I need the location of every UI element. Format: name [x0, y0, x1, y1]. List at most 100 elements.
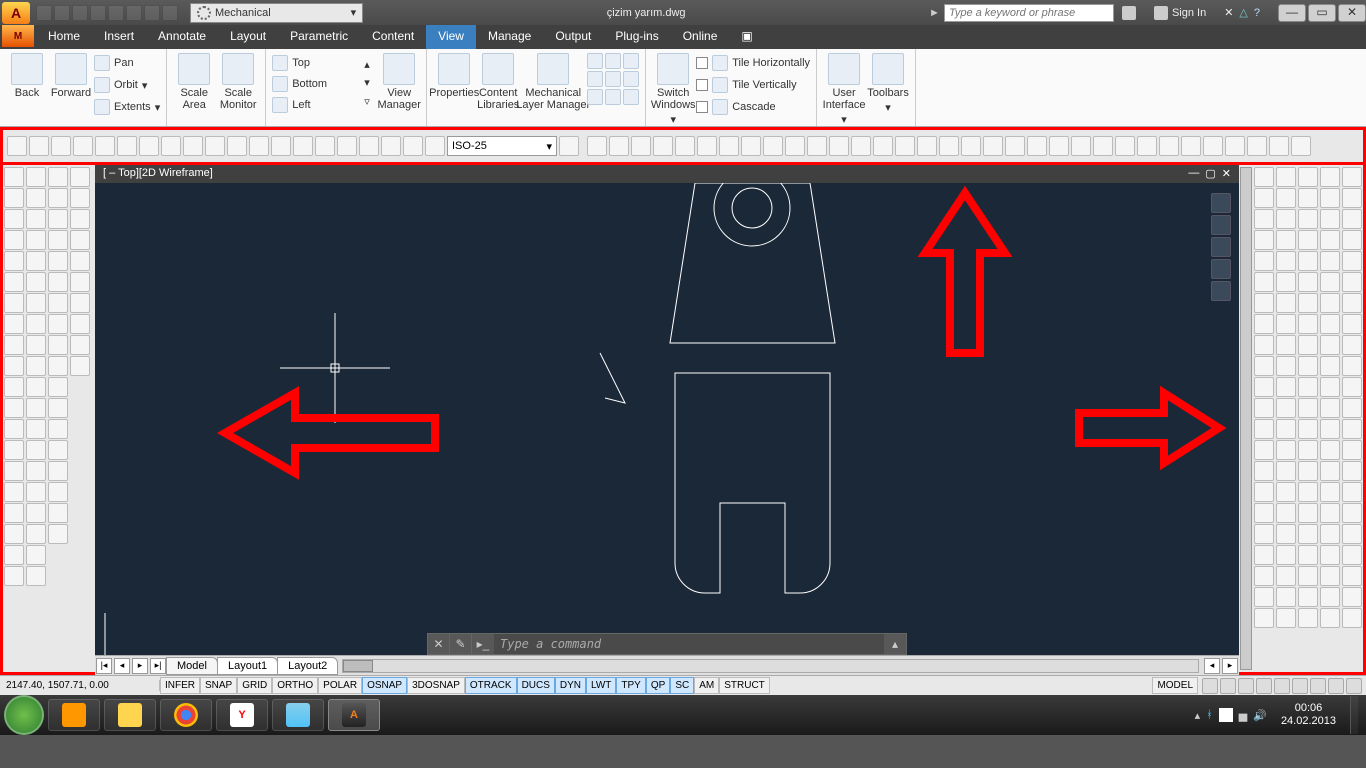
- vertical-tool-button[interactable]: [1276, 524, 1296, 544]
- toolstrip-button[interactable]: [1049, 136, 1069, 156]
- taskbar-explorer[interactable]: [104, 699, 156, 731]
- vertical-tool-button[interactable]: [4, 545, 24, 565]
- toolstrip-button[interactable]: [1093, 136, 1113, 156]
- vertical-tool-button[interactable]: [70, 356, 90, 376]
- vertical-tool-button[interactable]: [26, 398, 46, 418]
- vertical-tool-button[interactable]: [1342, 188, 1362, 208]
- horizontal-scrollbar[interactable]: [342, 659, 1199, 673]
- qat-redo-icon[interactable]: [144, 5, 160, 21]
- vertical-tool-button[interactable]: [1320, 440, 1340, 460]
- navbar-showmotion-icon[interactable]: [1211, 281, 1231, 301]
- toolstrip-button[interactable]: [719, 136, 739, 156]
- properties-button[interactable]: Properties: [433, 51, 475, 111]
- dimstyle-dropdown[interactable]: ISO-25▾: [447, 136, 557, 156]
- navbar-orbit-icon[interactable]: [1211, 259, 1231, 279]
- toolstrip-button[interactable]: [559, 136, 579, 156]
- vertical-tool-button[interactable]: [48, 461, 68, 481]
- qat-plot-icon[interactable]: [108, 5, 124, 21]
- status-grid-icon[interactable]: [1202, 678, 1218, 694]
- vertical-tool-button[interactable]: [70, 188, 90, 208]
- vertical-tool-button[interactable]: [1254, 587, 1274, 607]
- vertical-tool-button[interactable]: [1254, 251, 1274, 271]
- layout-first[interactable]: |◂: [96, 658, 112, 674]
- vertical-tool-button[interactable]: [70, 209, 90, 229]
- vertical-tool-button[interactable]: [1254, 419, 1274, 439]
- vertical-tool-button[interactable]: [48, 167, 68, 187]
- toolstrip-button[interactable]: [1115, 136, 1135, 156]
- app-logo[interactable]: A: [2, 2, 30, 24]
- vertical-tool-button[interactable]: [1342, 356, 1362, 376]
- tray-bluetooth-icon[interactable]: ᚼ: [1206, 709, 1213, 721]
- vertical-tool-button[interactable]: [1254, 293, 1274, 313]
- navbar-pan-icon[interactable]: [1211, 215, 1231, 235]
- vertical-tool-button[interactable]: [4, 356, 24, 376]
- vertical-tool-button[interactable]: [1342, 209, 1362, 229]
- toolstrip-button[interactable]: [1159, 136, 1179, 156]
- vertical-tool-button[interactable]: [1254, 398, 1274, 418]
- vertical-tool-button[interactable]: [26, 293, 46, 313]
- qat-more-icon[interactable]: [162, 5, 178, 21]
- view-manager-button[interactable]: View Manager: [378, 51, 420, 115]
- toolstrip-button[interactable]: [1181, 136, 1201, 156]
- vertical-tool-button[interactable]: [48, 419, 68, 439]
- qat-save-icon[interactable]: [72, 5, 88, 21]
- back-button[interactable]: Back: [6, 51, 48, 117]
- toolstrip-button[interactable]: [1269, 136, 1289, 156]
- orbit-button[interactable]: Orbit▾: [94, 75, 160, 95]
- status-modelspace[interactable]: MODEL: [1152, 677, 1198, 694]
- vertical-tool-button[interactable]: [1342, 545, 1362, 565]
- vertical-tool-button[interactable]: [1342, 272, 1362, 292]
- user-interface-button[interactable]: User Interface▾: [823, 51, 865, 126]
- status-lock-icon[interactable]: [1292, 678, 1308, 694]
- palette-icon[interactable]: [605, 89, 621, 105]
- vertical-tool-button[interactable]: [26, 503, 46, 523]
- vertical-tool-button[interactable]: [1320, 167, 1340, 187]
- cmd-customize-icon[interactable]: ✎: [450, 634, 472, 654]
- vertical-tool-button[interactable]: [48, 209, 68, 229]
- vertical-tool-button[interactable]: [26, 167, 46, 187]
- vertical-tool-button[interactable]: [70, 293, 90, 313]
- toolstrip-button[interactable]: [609, 136, 629, 156]
- vertical-tool-button[interactable]: [1276, 251, 1296, 271]
- pan-button[interactable]: Pan: [94, 53, 160, 73]
- navbar-zoom-icon[interactable]: [1211, 237, 1231, 257]
- vertical-tool-button[interactable]: [1276, 545, 1296, 565]
- vertical-tool-button[interactable]: [1320, 587, 1340, 607]
- vertical-tool-button[interactable]: [1320, 482, 1340, 502]
- vertical-tool-button[interactable]: [1254, 503, 1274, 523]
- vertical-tool-button[interactable]: [1342, 503, 1362, 523]
- autodesk360-icon[interactable]: [1122, 6, 1136, 20]
- view-scroll-up[interactable]: ▴: [364, 58, 376, 71]
- vertical-tool-button[interactable]: [1298, 230, 1318, 250]
- tab-home[interactable]: Home: [36, 25, 92, 49]
- toolbars-button[interactable]: Toolbars▾: [867, 51, 909, 126]
- toolstrip-button[interactable]: [1027, 136, 1047, 156]
- scale-area-button[interactable]: Scale Area: [173, 51, 215, 111]
- vertical-tool-button[interactable]: [1342, 524, 1362, 544]
- status-toggle-3dosnap[interactable]: 3DOSNAP: [407, 677, 465, 694]
- toolstrip-button[interactable]: [205, 136, 225, 156]
- close-button[interactable]: ✕: [1338, 4, 1366, 22]
- toolstrip-button[interactable]: [851, 136, 871, 156]
- vertical-tool-button[interactable]: [4, 335, 24, 355]
- tab-manage[interactable]: Manage: [476, 25, 543, 49]
- vertical-tool-button[interactable]: [1254, 524, 1274, 544]
- vertical-tool-button[interactable]: [1254, 377, 1274, 397]
- tab-expand-button[interactable]: ▣: [729, 25, 753, 49]
- tab-online[interactable]: Online: [671, 25, 730, 49]
- status-toggle-snap[interactable]: SNAP: [200, 677, 237, 694]
- toolstrip-button[interactable]: [917, 136, 937, 156]
- vertical-tool-button[interactable]: [26, 356, 46, 376]
- vertical-tool-button[interactable]: [1298, 167, 1318, 187]
- toolstrip-button[interactable]: [95, 136, 115, 156]
- vertical-tool-button[interactable]: [1342, 419, 1362, 439]
- vertical-tool-button[interactable]: [48, 188, 68, 208]
- vertical-tool-button[interactable]: [1254, 335, 1274, 355]
- status-hardware-icon[interactable]: [1310, 678, 1326, 694]
- layer-manager-button[interactable]: Mechanical Layer Manager: [521, 51, 585, 111]
- vertical-tool-button[interactable]: [1298, 608, 1318, 628]
- toolstrip-button[interactable]: [807, 136, 827, 156]
- palette-icon[interactable]: [605, 53, 621, 69]
- vertical-tool-button[interactable]: [70, 167, 90, 187]
- vertical-tool-button[interactable]: [48, 251, 68, 271]
